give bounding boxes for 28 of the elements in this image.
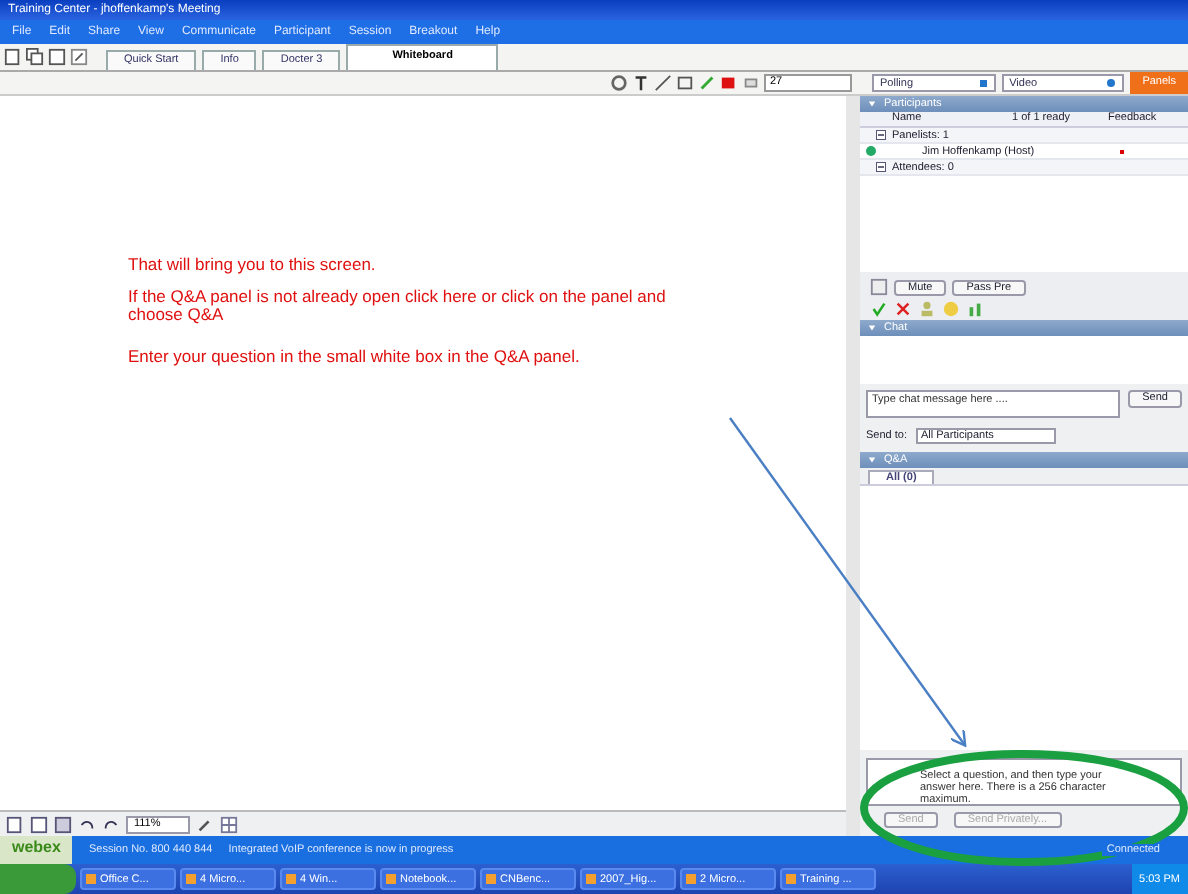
rectangle-tool-icon[interactable] (676, 74, 694, 92)
page-icon[interactable] (6, 815, 24, 833)
collapse-icon[interactable] (868, 100, 876, 108)
redo-icon[interactable] (102, 815, 120, 833)
window-icon[interactable] (30, 815, 48, 833)
save-icon[interactable] (54, 815, 72, 833)
window-icon[interactable] (48, 48, 66, 66)
annotation-text: That will bring you to this screen. (128, 256, 378, 274)
collapse-icon[interactable] (868, 324, 876, 332)
grid-icon[interactable] (220, 815, 238, 833)
collapse-icon[interactable] (876, 162, 886, 172)
logo: webex (0, 836, 73, 864)
collapse-icon[interactable] (868, 456, 876, 464)
collapse-icon[interactable] (876, 130, 886, 140)
cross-icon[interactable] (894, 300, 912, 318)
edit-icon[interactable] (70, 48, 88, 66)
text-tool-icon[interactable] (632, 74, 650, 92)
eraser-icon[interactable] (742, 74, 760, 92)
start-button[interactable] (0, 864, 76, 894)
check-icon[interactable] (870, 300, 888, 318)
annotation-text: If the Q&A panel is not already open click here or click on the panel and choose Q&A (128, 288, 668, 324)
status-icon (866, 146, 876, 156)
line-tool-icon[interactable] (654, 74, 672, 92)
color-icon[interactable] (720, 74, 738, 92)
undo-icon[interactable] (78, 815, 96, 833)
new-page-icon[interactable] (4, 48, 22, 66)
annotation-text: Enter your question in the small white box in the Q&A panel. (128, 348, 582, 366)
copy-icon[interactable] (26, 48, 44, 66)
